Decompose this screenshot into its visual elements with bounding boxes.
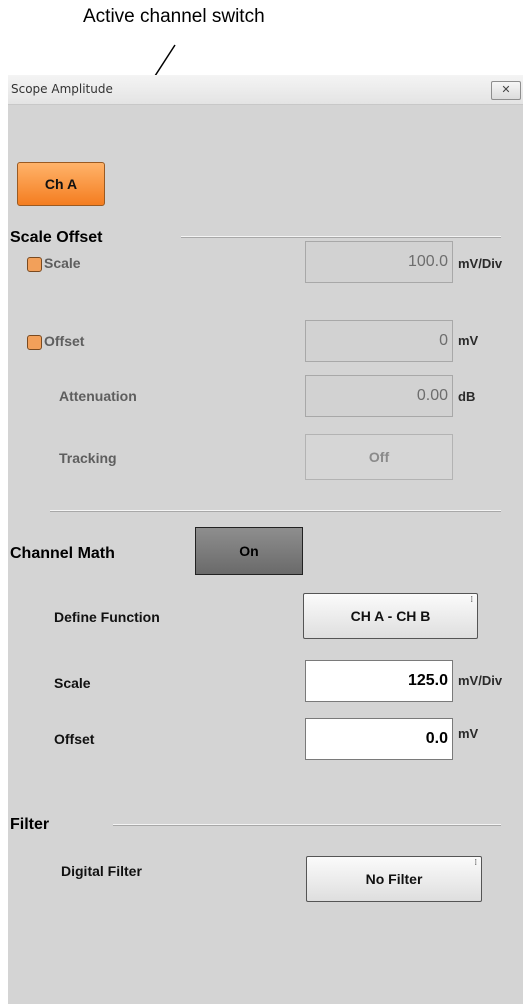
section-divider [181,236,501,238]
math-scale-unit: mV/Div [458,673,503,688]
scope-amplitude-panel: Scope Amplitude ✕ Ch A Scale Offset Scal… [8,75,523,1004]
offset-checkbox[interactable] [27,335,42,350]
define-function-button[interactable]: CH A - CH B ⁞ [303,593,478,639]
scale-unit: mV/Div [458,256,503,271]
attenuation-label: Attenuation [59,388,137,404]
define-function-value: CH A - CH B [350,608,431,624]
menu-grip-icon: ⁞ [474,858,477,867]
title-bar: Scope Amplitude ✕ [8,75,523,105]
close-icon: ✕ [501,84,511,96]
tracking-label: Tracking [59,450,117,466]
math-scale-label: Scale [54,675,91,691]
close-button[interactable]: ✕ [491,81,521,100]
digital-filter-label: Digital Filter [61,863,142,879]
menu-grip-icon: ⁞ [470,595,473,604]
scale-checkbox[interactable] [27,257,42,272]
digital-filter-button[interactable]: No Filter ⁞ [306,856,482,902]
offset-label: Offset [44,333,85,349]
channel-math-toggle[interactable]: On [195,527,303,575]
channel-math-heading: Channel Math [10,545,115,562]
math-offset-unit: mV [458,726,479,741]
window-title: Scope Amplitude [11,82,113,96]
math-offset-field[interactable]: 0.0 [305,718,453,760]
scale-label: Scale [44,255,81,271]
digital-filter-value: No Filter [365,871,423,887]
section-divider [113,824,501,826]
math-offset-label: Offset [54,731,95,747]
section-divider [50,510,501,512]
offset-unit: mV [458,333,479,348]
scale-offset-heading: Scale Offset [10,229,103,246]
filter-heading: Filter [10,816,50,833]
attenuation-unit: dB [458,389,476,404]
active-channel-button[interactable]: Ch A [17,162,105,206]
tracking-button[interactable]: Off [305,434,453,480]
define-function-label: Define Function [54,609,160,625]
scale-field[interactable]: 100.0 [305,241,453,283]
offset-field[interactable]: 0 [305,320,453,362]
math-scale-field[interactable]: 125.0 [305,660,453,702]
attenuation-field[interactable]: 0.00 [305,375,453,417]
